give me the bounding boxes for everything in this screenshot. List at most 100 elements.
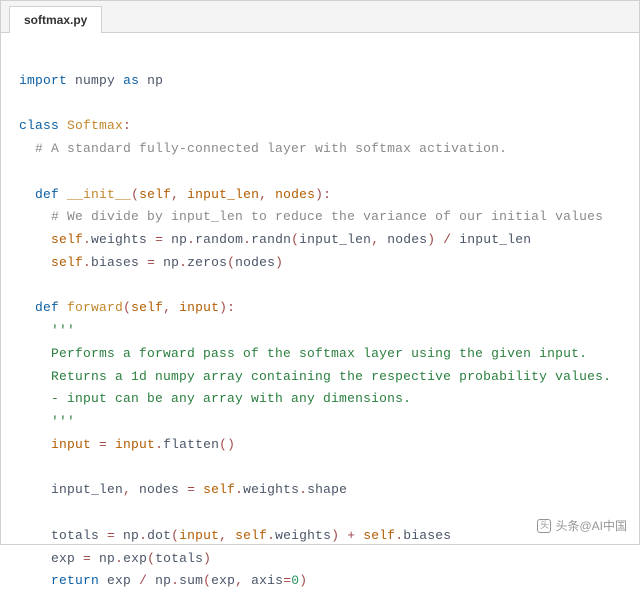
op-comma: , (235, 573, 251, 588)
id-input: input (51, 437, 91, 452)
fn-forward: forward (67, 300, 123, 315)
id-weights: weights (275, 528, 331, 543)
op-dot: . (115, 551, 123, 566)
param-input: input (179, 300, 219, 315)
arg-nodes: nodes (387, 232, 427, 247)
line-1: import numpy as np (19, 73, 163, 88)
id-shape: shape (307, 482, 347, 497)
param-input-len: input_len (187, 187, 259, 202)
op-dot: . (243, 232, 251, 247)
op-eq: = (75, 551, 99, 566)
op-dot: . (139, 528, 147, 543)
kw-def: def (35, 300, 59, 315)
id-zeros: zeros (187, 255, 227, 270)
id-np: np (147, 73, 163, 88)
op-div: / (131, 573, 155, 588)
id-weights: weights (243, 482, 299, 497)
line-15-doc: - input can be any array with any dimens… (51, 391, 411, 406)
id-exp: exp (51, 551, 75, 566)
tab-softmax[interactable]: softmax.py (9, 6, 102, 33)
op-rparen: ) (299, 573, 307, 588)
op-div: / (435, 232, 459, 247)
op-plus: + (339, 528, 363, 543)
op-dot: . (299, 482, 307, 497)
op-rparen: ) (203, 551, 211, 566)
arg-input: input (179, 528, 219, 543)
kw-as: as (123, 73, 139, 88)
op-colon: : (123, 118, 131, 133)
id-biases: biases (403, 528, 451, 543)
param-self: self (131, 300, 163, 315)
op-eq: = (99, 528, 123, 543)
op-rparen: ) (275, 255, 283, 270)
op-eq: = (179, 482, 203, 497)
op-dot: . (171, 573, 179, 588)
class-name: Softmax (67, 118, 123, 133)
line-21: totals = np.dot(input, self.weights) + s… (51, 528, 451, 543)
op-lparen: ( (147, 551, 155, 566)
op-rparen: ) (227, 437, 235, 452)
id-weights: weights (91, 232, 147, 247)
op-lparen: ( (227, 255, 235, 270)
op-lparen: ( (219, 437, 227, 452)
kw-def: def (35, 187, 59, 202)
id-flatten: flatten (163, 437, 219, 452)
op-dot: . (179, 255, 187, 270)
line-14-doc: Returns a 1d numpy array containing the … (51, 369, 611, 384)
id-exp: exp (107, 573, 131, 588)
kw-axis: axis (251, 573, 283, 588)
op-rparen: ) (331, 528, 339, 543)
op-colon: : (323, 187, 331, 202)
id-input-len: input_len (51, 482, 123, 497)
id-random: random (195, 232, 243, 247)
line-11: def forward(self, input): (35, 300, 235, 315)
id-np: np (171, 232, 187, 247)
line-8: self.weights = np.random.randn(input_len… (51, 232, 531, 247)
op-dot: . (235, 482, 243, 497)
op-comma: , (259, 187, 275, 202)
op-rparen: ) (219, 300, 227, 315)
op-comma: , (163, 300, 179, 315)
toutiao-icon: 头 (537, 519, 551, 533)
op-comma: , (371, 232, 387, 247)
id-input: input (115, 437, 155, 452)
op-lparen: ( (203, 573, 211, 588)
op-eq: = (147, 232, 171, 247)
id-self: self (363, 528, 395, 543)
line-13-doc: Performs a forward pass of the softmax l… (51, 346, 587, 361)
line-22: exp = np.exp(totals) (51, 551, 211, 566)
id-self: self (51, 255, 83, 270)
line-16-docstring-close: ''' (51, 414, 75, 429)
op-dot: . (83, 232, 91, 247)
param-nodes: nodes (275, 187, 315, 202)
line-9: self.biases = np.zeros(nodes) (51, 255, 283, 270)
op-lparen: ( (123, 300, 131, 315)
op-colon: : (227, 300, 235, 315)
id-numpy: numpy (75, 73, 115, 88)
op-rparen: ) (315, 187, 323, 202)
id-self: self (203, 482, 235, 497)
id-np: np (155, 573, 171, 588)
id-np: np (163, 255, 179, 270)
fn-init: __init__ (67, 187, 131, 202)
line-23: return exp / np.sum(exp, axis=0) (51, 573, 307, 588)
op-lparen: ( (131, 187, 139, 202)
id-totals: totals (51, 528, 99, 543)
arg-totals: totals (155, 551, 203, 566)
tab-bar: softmax.py (1, 1, 639, 33)
id-expfn: exp (123, 551, 147, 566)
arg-input-len: input_len (299, 232, 371, 247)
op-eq: = (283, 573, 291, 588)
id-sum: sum (179, 573, 203, 588)
param-self: self (139, 187, 171, 202)
kw-class: class (19, 118, 59, 133)
line-4-comment: # A standard fully-connected layer with … (35, 141, 507, 156)
id-np: np (123, 528, 139, 543)
op-dot: . (187, 232, 195, 247)
id-biases: biases (91, 255, 139, 270)
watermark: 头 头条@AI中国 (537, 517, 627, 534)
line-6: def __init__(self, input_len, nodes): (35, 187, 331, 202)
arg-nodes: nodes (235, 255, 275, 270)
id-np: np (99, 551, 115, 566)
line-17: input = input.flatten() (51, 437, 235, 452)
